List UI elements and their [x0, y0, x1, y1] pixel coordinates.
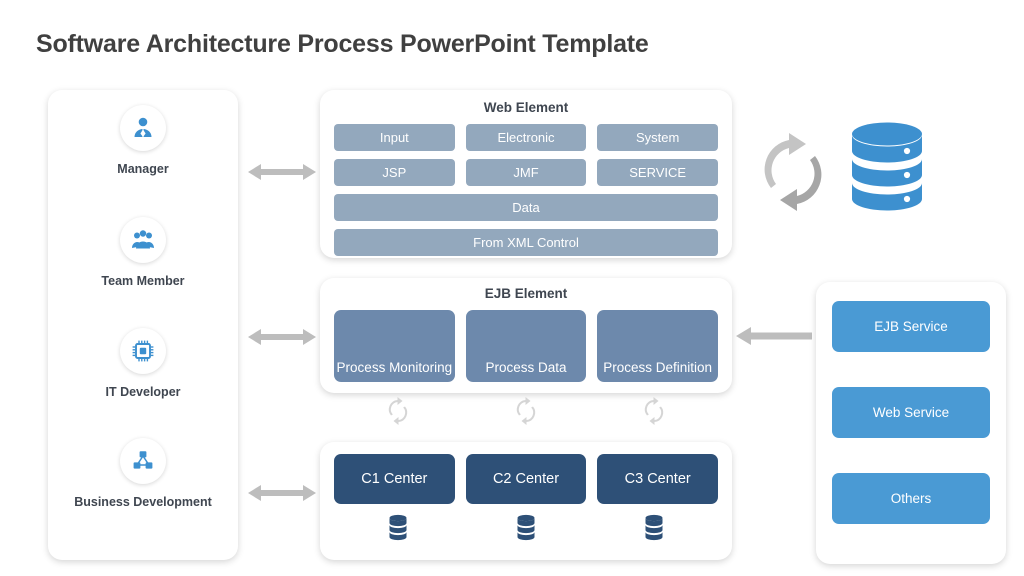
web-chip-system[interactable]: System [597, 124, 719, 151]
database-cell [590, 514, 718, 542]
center-box-c2[interactable]: C2 Center [465, 454, 587, 504]
double-arrow-icon [248, 161, 316, 183]
role-label: Team Member [101, 274, 185, 288]
web-chip-input[interactable]: Input [334, 124, 455, 151]
ejb-box-process-monitoring[interactable]: Process Monitoring [334, 310, 455, 382]
team-group-icon [120, 217, 166, 263]
role-label: IT Developer [105, 385, 181, 399]
web-chip-data[interactable]: Data [334, 194, 718, 221]
role-label: Business Development [74, 495, 212, 509]
web-chip-jsp[interactable]: JSP [334, 159, 455, 186]
ejb-element-row: Process Monitoring Process Data Process … [334, 310, 719, 382]
web-element-row-1: Input Electronic System [334, 124, 719, 151]
cpu-chip-icon [120, 328, 166, 374]
web-element-panel: Web Element Input Electronic System JSP … [320, 90, 732, 258]
left-arrow-icon [736, 325, 812, 347]
refresh-cell [462, 396, 590, 426]
network-nodes-icon [120, 438, 166, 484]
double-arrow-icon [248, 482, 316, 504]
database-cell [334, 514, 462, 542]
ejb-refresh-row [334, 396, 718, 426]
centers-database-row [334, 514, 718, 542]
service-button-ejb-service[interactable]: EJB Service [832, 301, 990, 352]
web-element-row-3: Data [334, 194, 718, 221]
database-cylinder-icon [848, 121, 926, 221]
roles-panel: Manager Team Member IT Developer Busines… [48, 90, 238, 560]
role-label: Manager [117, 162, 169, 176]
center-box-c3[interactable]: C3 Center [597, 454, 719, 504]
ejb-element-panel: EJB Element Process Monitoring Process D… [320, 278, 732, 393]
web-chip-service[interactable]: SERVICE [597, 159, 719, 186]
service-button-others[interactable]: Others [832, 473, 990, 524]
web-chip-electronic[interactable]: Electronic [465, 124, 587, 151]
web-element-row-2: JSP JMF SERVICE [334, 159, 719, 186]
refresh-cell [590, 396, 718, 426]
web-element-heading: Web Element [483, 100, 569, 115]
refresh-circle-icon [388, 397, 408, 425]
role-item-manager[interactable]: Manager [48, 105, 238, 177]
ejb-element-heading: EJB Element [484, 286, 568, 301]
web-chip-jmf[interactable]: JMF [465, 159, 587, 186]
centers-row: C1 Center C2 Center C3 Center [334, 454, 719, 504]
service-button-web-service[interactable]: Web Service [832, 387, 990, 438]
web-element-row-4: From XML Control [334, 229, 718, 256]
refresh-circle-icon [516, 397, 536, 425]
web-chip-from-xml-control[interactable]: From XML Control [334, 229, 718, 256]
page-title: Software Architecture Process PowerPoint… [36, 30, 649, 58]
database-stack-icon [517, 514, 535, 541]
center-box-c1[interactable]: C1 Center [334, 454, 455, 504]
role-item-business-development[interactable]: Business Development [48, 438, 238, 510]
ejb-box-process-data[interactable]: Process Data [465, 310, 587, 382]
database-cell [462, 514, 590, 542]
double-arrow-icon [248, 326, 316, 348]
role-item-team-member[interactable]: Team Member [48, 217, 238, 289]
refresh-circle-icon [644, 397, 664, 425]
database-stack-icon [389, 514, 407, 541]
ejb-box-process-definition[interactable]: Process Definition [597, 310, 719, 382]
manager-person-icon [120, 105, 166, 151]
centers-panel: C1 Center C2 Center C3 Center [320, 442, 732, 560]
database-stack-icon [645, 514, 663, 541]
refresh-cell [334, 396, 462, 426]
role-item-it-developer[interactable]: IT Developer [48, 328, 238, 400]
services-panel: EJB Service Web Service Others [816, 282, 1006, 564]
sync-circular-arrows-icon [752, 131, 834, 213]
